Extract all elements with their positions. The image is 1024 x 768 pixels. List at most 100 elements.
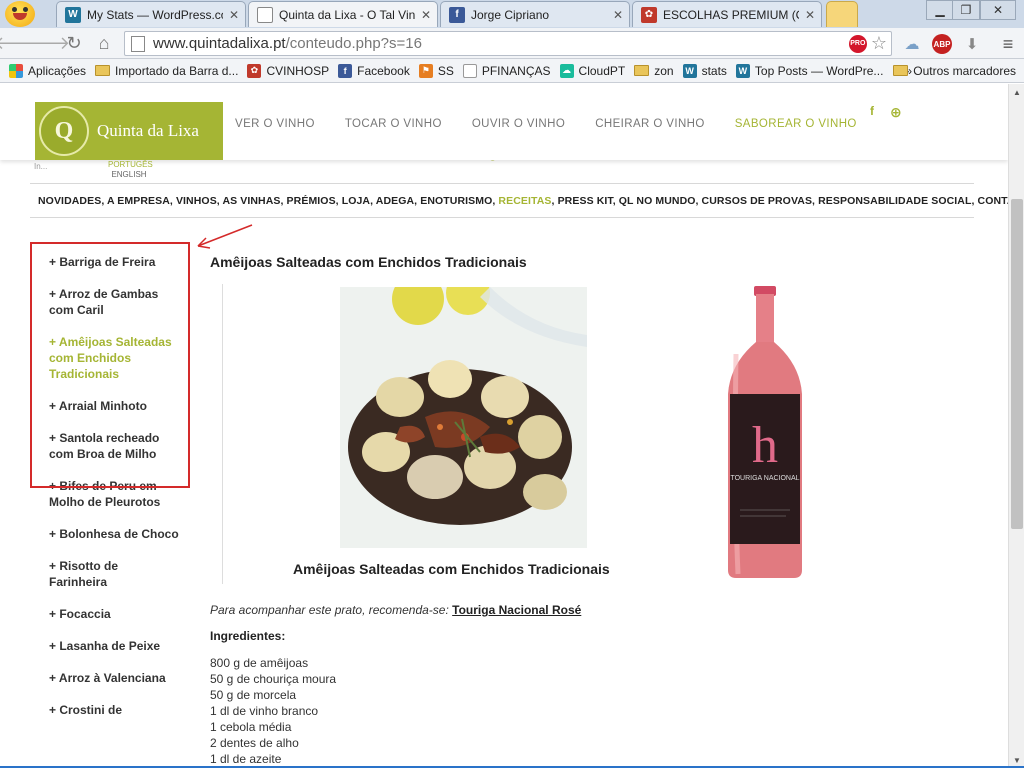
close-tab-icon[interactable]: ✕ — [613, 8, 623, 22]
home-button[interactable]: ⌂ — [92, 32, 116, 54]
browser-menu-icon[interactable]: ≡ — [996, 32, 1020, 56]
page-icon — [131, 35, 145, 52]
cloudpt-icon: ☁ — [559, 63, 574, 78]
bookmark-other-folder[interactable]: Outros marcadores — [893, 64, 1016, 78]
bookmark-label: Facebook — [357, 63, 410, 78]
browser-toolbar: 🡐 🡒 ↻ ⌂ www.quintadalixa.pt/conteudo.php… — [0, 28, 1024, 59]
menu-ouvir-o-vinho[interactable]: OUVIR O VINHO — [472, 118, 565, 130]
new-tab-button[interactable] — [826, 1, 858, 27]
facebook-icon[interactable]: f — [870, 104, 874, 118]
tab-jorge-cipriano[interactable]: f Jorge Cipriano ✕ — [440, 1, 630, 27]
list-item[interactable]: + Crostini de — [49, 702, 179, 718]
bookmark-star-icon[interactable]: ☆ — [871, 33, 887, 54]
bookmark-label: PFINANÇAS — [481, 63, 551, 78]
weather-extension-icon[interactable]: ☁ — [900, 32, 924, 56]
pro-extension-icon[interactable]: PRO — [848, 34, 867, 53]
page-icon — [257, 6, 273, 23]
list-item[interactable]: + Focaccia — [49, 606, 179, 622]
scrollbar-thumb[interactable] — [1011, 199, 1023, 529]
tab-label: Quinta da Lixa - O Tal Vinho d — [279, 7, 415, 22]
photo-caption: Amêijoas Salteadas com Enchidos Tradicio… — [293, 561, 610, 577]
menu-ver-o-vinho[interactable]: VER O VINHO — [235, 118, 315, 130]
bookmark-label: Top Posts — WordPre... — [754, 63, 884, 78]
bookmark-label: Importado da Barra d... — [115, 63, 239, 78]
bookmark-cvinhosp[interactable]: ✿ CVINHOSP — [247, 63, 330, 78]
list-item[interactable]: + Lasanha de Peixe — [49, 638, 179, 654]
bookmark-pfinancas[interactable]: PFINANÇAS — [462, 63, 551, 78]
download-extension-icon[interactable]: ⬇ — [960, 32, 984, 56]
brand-name: Quinta da Lixa — [97, 121, 199, 140]
bookmark-apps[interactable]: Aplicações — [9, 63, 87, 78]
list-item[interactable]: + Bolonhesa de Choco — [49, 526, 179, 542]
bookmark-label: Outros marcadores — [913, 63, 1016, 78]
menu-cheirar-o-vinho[interactable]: CHEIRAR O VINHO — [595, 118, 705, 130]
bookmark-label: CloudPT — [578, 63, 626, 78]
cvinhosp-icon: ✿ — [247, 63, 262, 78]
address-url[interactable]: www.quintadalixa.pt/conteudo.php?s=16 — [153, 35, 849, 52]
list-item: 1 dl de vinho branco — [210, 704, 319, 718]
site-logo[interactable]: Q Quinta da Lixa — [35, 102, 223, 160]
scroll-up-icon[interactable]: ▲ — [1009, 84, 1024, 100]
section-menu: NOVIDADES, A EMPRESA, VINHOS, AS VINHAS,… — [38, 195, 1008, 207]
close-tab-icon[interactable]: ✕ — [229, 8, 239, 22]
annotation-highlight-box — [30, 242, 190, 488]
bookmark-facebook[interactable]: f Facebook — [338, 63, 410, 78]
profile-avatar-icon[interactable] — [2, 0, 38, 28]
list-item: 1 dl de azeite — [210, 752, 282, 766]
lang-portuguese[interactable]: PORTUGÊS — [108, 160, 153, 170]
maximize-button[interactable]: ❐ — [952, 0, 980, 20]
url-path: /conteudo.php?s=16 — [285, 35, 422, 52]
wine-pairing: Para acompanhar este prato, recomenda-se… — [210, 603, 581, 617]
menu-saborear-o-vinho[interactable]: SABOREAR O VINHO — [735, 118, 857, 130]
address-bar[interactable]: www.quintadalixa.pt/conteudo.php?s=16 PR… — [124, 31, 892, 56]
quinta-seal-icon: Q — [39, 106, 89, 156]
tab-label: ESCOLHAS PREMIUM (Classif — [663, 7, 799, 22]
bookmark-label: CVINHOSP — [266, 63, 330, 78]
tab-wordpress-stats[interactable]: W My Stats — WordPress.com ✕ — [56, 1, 246, 27]
bookmark-imported-folder[interactable]: Importado da Barra d... — [95, 64, 238, 78]
list-item[interactable]: + Arroz à Valenciana — [49, 670, 179, 686]
ingredients-list: 800 g de amêijoas 50 g de chouriça moura… — [210, 655, 336, 767]
close-tab-icon[interactable]: ✕ — [805, 8, 815, 22]
recipe-content: Amêijoas Salteadas com Enchidos Tradicio… — [210, 254, 970, 270]
bookmark-label: Aplicações — [28, 63, 87, 78]
wordpress-icon: W — [682, 63, 697, 78]
reload-button[interactable]: ↻ — [62, 32, 86, 54]
pairing-text: Para acompanhar este prato, recomenda-se… — [210, 603, 449, 617]
adblock-plus-icon[interactable]: ABP — [930, 32, 954, 56]
window-close-button[interactable]: ✕ — [980, 0, 1016, 20]
ss-icon: ⚑ — [418, 63, 433, 78]
ingredients-heading: Ingredientes: — [210, 629, 286, 643]
divider — [30, 183, 974, 184]
content-divider — [222, 284, 223, 584]
section-menu-items[interactable]: , PRESS KIT, QL NO MUNDO, CURSOS DE PROV… — [552, 195, 1008, 207]
tab-label: My Stats — WordPress.com — [87, 7, 223, 22]
close-tab-icon[interactable]: ✕ — [421, 8, 431, 22]
globe-icon[interactable]: ⊕ — [890, 104, 902, 121]
wine-bottle-image: h TOURIGA NACIONAL — [690, 284, 840, 584]
section-menu-receitas[interactable]: RECEITAS — [498, 195, 551, 207]
menu-tocar-o-vinho[interactable]: TOCAR O VINHO — [345, 118, 442, 130]
minimize-button[interactable]: ▁ — [926, 0, 954, 20]
lang-english[interactable]: ENGLISH — [108, 170, 150, 180]
bookmark-top-posts[interactable]: W Top Posts — WordPre... — [735, 63, 884, 78]
bookmark-zon-folder[interactable]: zon — [634, 63, 674, 78]
bookmark-ss[interactable]: ⚑ SS — [418, 63, 454, 78]
list-item[interactable]: + Risotto de Farinheira — [49, 558, 179, 590]
section-menu-items[interactable]: NOVIDADES, A EMPRESA, VINHOS, AS VINHAS,… — [38, 195, 498, 207]
page-scrollbar[interactable]: ▲ ▼ — [1008, 84, 1024, 768]
bookmark-stats[interactable]: Wstats — [682, 63, 727, 78]
annotation-arrow-icon — [197, 224, 253, 249]
pairing-wine-link[interactable]: Touriga Nacional Rosé — [452, 603, 581, 617]
bookmark-label: zon — [654, 63, 674, 78]
wordpress-icon: W — [65, 6, 81, 23]
forward-button[interactable]: 🡒 — [22, 32, 70, 54]
site-header: Q Quinta da Lixa VER O VINHO TOCAR O VIN… — [0, 84, 1008, 160]
url-host: www.quintadalixa.pt — [153, 35, 286, 52]
main-menu: VER O VINHO TOCAR O VINHO OUVIR O VINHO … — [235, 118, 887, 130]
tab-quinta-da-lixa[interactable]: Quinta da Lixa - O Tal Vinho d ✕ — [248, 1, 438, 27]
tab-escolhas-premium[interactable]: ✿ ESCOLHAS PREMIUM (Classif ✕ — [632, 1, 822, 27]
bookmark-cloudpt[interactable]: ☁ CloudPT — [559, 63, 626, 78]
folder-icon — [634, 65, 650, 76]
obscured-text: In... — [34, 162, 48, 171]
